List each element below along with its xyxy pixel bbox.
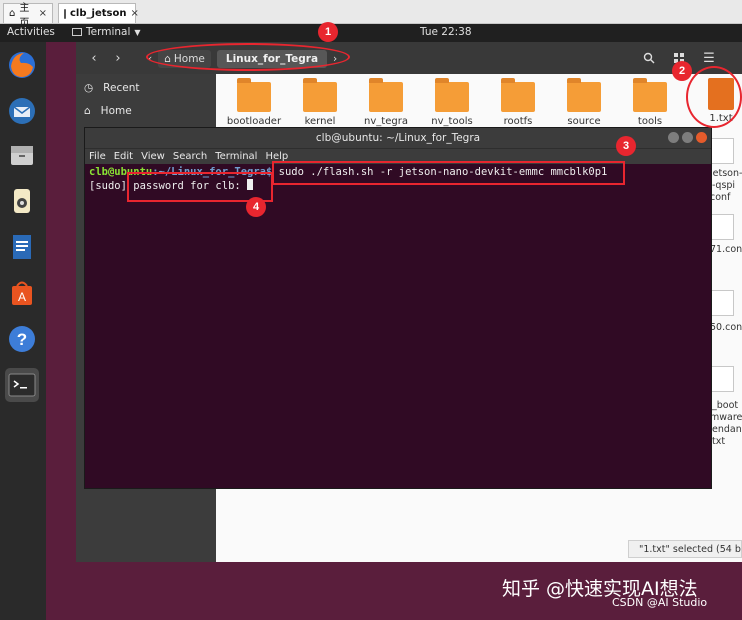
menu-search[interactable]: Search xyxy=(173,151,207,162)
terminal-output[interactable]: clb@ubuntu:~/Linux_for_Tegra$ sudo ./fla… xyxy=(85,164,711,488)
vm-tab-clb-jetson[interactable]: clb_jetson × xyxy=(58,3,139,23)
folder-tools[interactable]: tools xyxy=(620,78,680,127)
close-icon[interactable] xyxy=(696,132,707,143)
folder-label: tools xyxy=(637,116,663,127)
help-icon[interactable]: ? xyxy=(5,322,39,356)
clock-icon: ◷ xyxy=(84,82,94,94)
home-icon: ⌂ xyxy=(9,8,16,19)
activities-button[interactable]: Activities xyxy=(7,26,55,38)
folder-nv-tegra[interactable]: nv_tegra xyxy=(356,78,416,127)
folder-icon xyxy=(501,78,535,112)
sidebar-item-recent[interactable]: ◷ Recent xyxy=(84,79,139,97)
svg-text:?: ? xyxy=(17,330,27,349)
folder-kernel[interactable]: kernel xyxy=(290,78,350,127)
annotation-badge-3: 3 xyxy=(616,136,636,156)
home-icon: ⌂ xyxy=(84,105,91,117)
folder-icon xyxy=(237,78,271,112)
terminal-app-icon[interactable] xyxy=(5,368,39,402)
writer-icon[interactable] xyxy=(5,230,39,264)
annotation-badge-2: 2 xyxy=(672,61,692,81)
top-bar: Activities Terminal ▼ Tue 22:38 xyxy=(0,24,742,42)
folder-rootfs[interactable]: rootfs xyxy=(488,78,548,127)
forward-icon[interactable]: › xyxy=(108,48,128,68)
annotation-badge-1: 1 xyxy=(318,22,338,42)
terminal-title: clb@ubuntu: ~/Linux_for_Tegra xyxy=(315,132,481,144)
minimize-icon[interactable] xyxy=(668,132,679,143)
vm-tab-machine-label: clb_jetson xyxy=(70,8,127,19)
annotation-ellipse-path xyxy=(146,43,350,71)
dock: A ? xyxy=(0,42,46,620)
file-label-partial: jetson- xyxy=(710,168,742,179)
file-label-partial: 50.con xyxy=(710,322,742,333)
close-icon[interactable]: × xyxy=(130,8,138,19)
file-label-partial: 71.con xyxy=(710,244,742,255)
rhythmbox-icon[interactable] xyxy=(5,184,39,218)
folder-source[interactable]: source xyxy=(554,78,614,127)
maximize-icon[interactable] xyxy=(682,132,693,143)
thunderbird-icon[interactable] xyxy=(5,94,39,128)
software-center-icon[interactable]: A xyxy=(5,276,39,310)
folder-label: rootfs xyxy=(503,116,533,127)
vm-tab-home[interactable]: ⌂ 主页 × xyxy=(3,3,53,29)
menu-view[interactable]: View xyxy=(141,151,165,162)
vm-tab-bar: ⌂ 主页 × clb_jetson × xyxy=(0,0,742,29)
annotation-box-command xyxy=(272,161,625,185)
file-label-partial: mware- xyxy=(710,412,742,423)
folder-icon xyxy=(369,78,403,112)
back-icon[interactable]: ‹ xyxy=(84,48,104,68)
status-bar: "1.txt" selected (54 b xyxy=(628,540,742,558)
close-icon[interactable]: × xyxy=(39,8,47,19)
csdn-watermark: CSDN @AI Studio xyxy=(612,596,708,609)
terminal-icon xyxy=(72,28,82,36)
chevron-down-icon: ▼ xyxy=(134,27,141,37)
file-icon[interactable] xyxy=(710,290,734,316)
file-icon[interactable] xyxy=(710,138,734,164)
folder-label: kernel xyxy=(304,116,336,127)
firefox-icon[interactable] xyxy=(5,48,39,82)
folder-label: nv_tools xyxy=(431,116,473,127)
file-icon[interactable] xyxy=(710,366,734,392)
folder-icon xyxy=(567,78,601,112)
annotation-ellipse-file xyxy=(686,66,742,128)
sidebar-item-label: Recent xyxy=(103,82,140,94)
folder-bootloader[interactable]: bootloader xyxy=(224,78,284,127)
menu-file[interactable]: File xyxy=(89,151,106,162)
folder-label: nv_tegra xyxy=(364,116,408,127)
app-menu-terminal[interactable]: Terminal ▼ xyxy=(72,26,141,38)
file-label-partial: _boot xyxy=(712,400,739,411)
sidebar-item-home[interactable]: ⌂ Home xyxy=(84,102,132,120)
folder-label: bootloader xyxy=(226,116,282,127)
vm-icon xyxy=(64,8,66,19)
menu-edit[interactable]: Edit xyxy=(114,151,133,162)
folder-icon xyxy=(435,78,469,112)
file-icon[interactable] xyxy=(710,214,734,240)
folder-label: source xyxy=(567,116,601,127)
sidebar-item-label: Home xyxy=(100,105,132,117)
menu-terminal[interactable]: Terminal xyxy=(215,151,257,162)
file-label-partial: txt xyxy=(712,436,726,447)
annotation-badge-4: 4 xyxy=(246,197,266,217)
files-icon[interactable] xyxy=(5,138,39,172)
folder-icon xyxy=(303,78,337,112)
search-icon[interactable] xyxy=(638,47,660,69)
app-menu-label: Terminal xyxy=(86,26,131,38)
folder-nv-tools[interactable]: nv_tools xyxy=(422,78,482,127)
clock[interactable]: Tue 22:38 xyxy=(420,26,472,38)
file-label-partial: conf xyxy=(710,192,731,203)
folder-icon xyxy=(633,78,667,112)
svg-text:A: A xyxy=(18,290,26,304)
